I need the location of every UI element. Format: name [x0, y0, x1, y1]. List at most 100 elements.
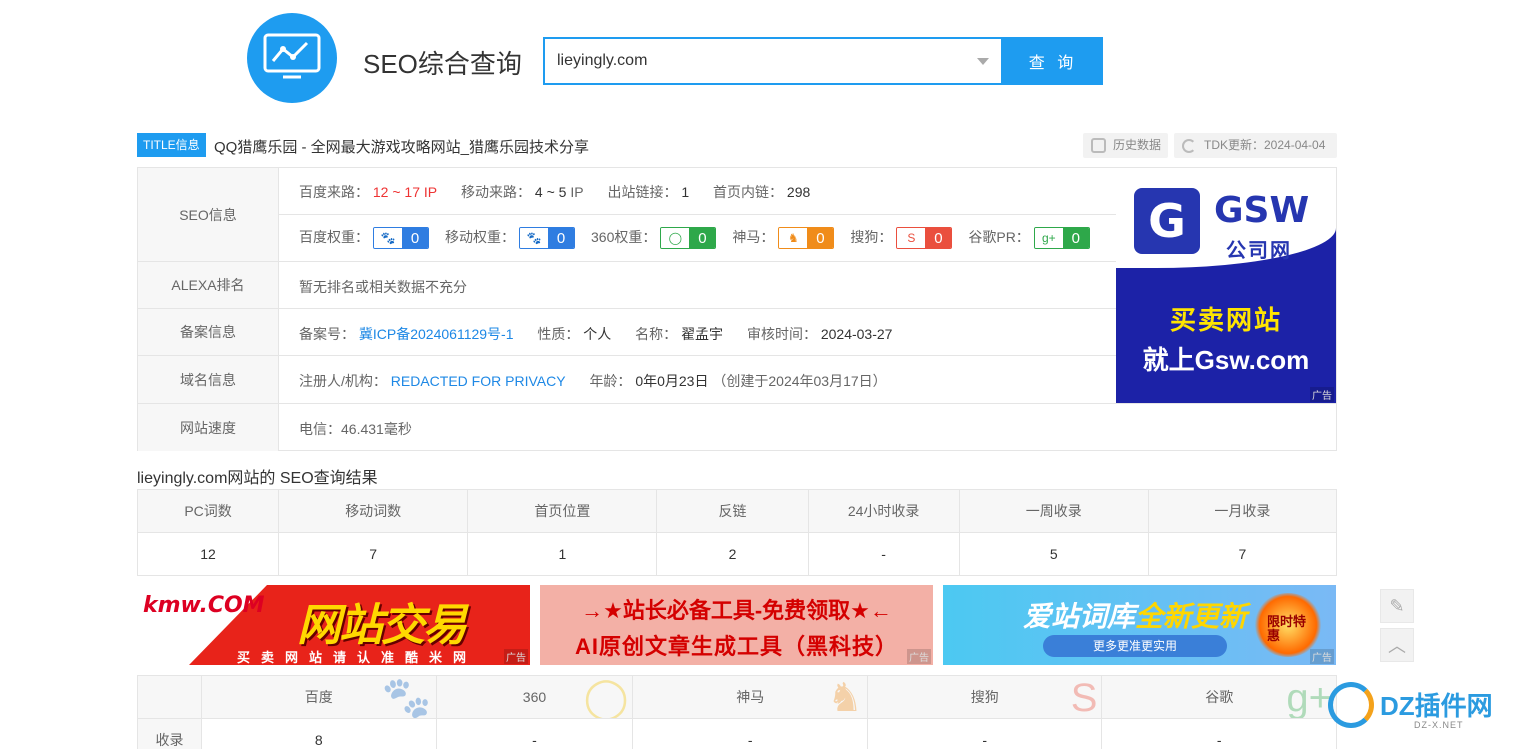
- engine-header-cell: 神马 ♞: [632, 675, 868, 719]
- registrant-link[interactable]: REDACTED FOR PRIVACY: [391, 373, 566, 389]
- results-value-cell[interactable]: 1: [467, 532, 658, 576]
- weight-value: 0: [925, 228, 952, 249]
- aizhan-fire-text: 限时特惠: [1267, 614, 1307, 643]
- kmw-ad-banner[interactable]: kmw.COM 网站交易 买卖网站请认准酷米网 广告: [137, 585, 530, 665]
- results-value-cell[interactable]: 7: [278, 532, 469, 576]
- results-value-cell[interactable]: 2: [656, 532, 809, 576]
- results-value-cell[interactable]: 12: [136, 532, 280, 576]
- 360-icon: ◯: [661, 228, 690, 249]
- watermark-text: DZ插件网: [1380, 691, 1493, 721]
- ad-tag: 广告: [1310, 387, 1334, 402]
- aizhan-pill: 更多更准更实用: [1043, 635, 1227, 657]
- baidu-traffic-link[interactable]: 12 ~ 17: [373, 184, 420, 200]
- ip-unit: IP: [570, 184, 584, 200]
- kmw-headline: 网站交易: [297, 601, 467, 650]
- ad-tag: 广告: [1310, 649, 1334, 664]
- results-header-cell: 一月收录: [1147, 489, 1338, 533]
- weight-badge[interactable]: g+ 0: [1033, 227, 1090, 250]
- search-button[interactable]: 查 询: [1003, 37, 1103, 85]
- ad-brand: GSW: [1214, 190, 1310, 231]
- tool-ad-banner[interactable]: →★站长必备工具-免费领取★← AI原创文章生成工具（黑科技） 广告: [540, 585, 933, 665]
- 360-icon: ◯: [583, 676, 629, 719]
- traffic-cell: 百度来路： 12 ~ 17 IP 移动来路： 4 ~ 5 IP 出站链接： 1 …: [299, 182, 830, 202]
- beian-type-key: 性质：: [537, 326, 580, 342]
- weight-value: 0: [807, 228, 834, 249]
- row-label: 备案信息: [138, 309, 279, 355]
- logo-icon[interactable]: [247, 13, 337, 103]
- ad-tag: 广告: [907, 649, 931, 664]
- beian-type-value: 个人: [583, 326, 612, 342]
- engine-value-cell[interactable]: -: [632, 718, 868, 749]
- search-input[interactable]: [545, 39, 965, 83]
- engine-header-row: 百度 🐾 360 ◯ 神马 ♞ 搜狗 S 谷歌 g+: [137, 675, 1337, 719]
- results-value-cell[interactable]: 5: [958, 532, 1149, 576]
- engine-name: 搜狗: [970, 689, 999, 705]
- shenma-icon: ♞: [827, 676, 863, 719]
- results-value-cell[interactable]: 7: [1147, 532, 1338, 576]
- age-value: 0年0月23日: [635, 373, 709, 389]
- engine-value-cell[interactable]: -: [1101, 718, 1337, 749]
- speed-row: 网站速度 电信：46.431毫秒: [138, 404, 1336, 451]
- ip-unit: IP: [423, 184, 438, 200]
- weights-line: 百度权重： 🐾 0 移动权重： 🐾 0 360权重： ◯ 0 神马： ♞ 0 搜狗： S 0 谷歌PR： g+ 0: [279, 215, 1116, 262]
- results-header-cell: 反链: [656, 489, 809, 533]
- results-header-row: PC词数 移动词数 首页位置 反链 24小时收录 一周收录 一月收录: [136, 489, 1338, 533]
- baidu-traffic-key: 百度来路：: [299, 184, 369, 200]
- engine-header-cell: 搜狗 S: [866, 675, 1103, 719]
- alexa-value: 暂无排名或相关数据不充分: [299, 279, 467, 295]
- aizhan-highlight: 全新更新: [1135, 601, 1248, 632]
- ad-line1: 买卖网站: [1169, 305, 1282, 335]
- row-label: 网站速度: [138, 404, 279, 451]
- shenma-icon: ♞: [779, 228, 808, 249]
- watermark-sub: DZ-X.NET: [1414, 720, 1464, 730]
- edit-pencil-icon[interactable]: ✎: [1380, 589, 1414, 623]
- paw-icon: 🐾: [381, 676, 432, 719]
- dz-logo-icon: [1328, 682, 1374, 728]
- results-header-cell: 24小时收录: [807, 489, 960, 533]
- weight-badge[interactable]: ♞ 0: [778, 227, 835, 250]
- row-label: SEO信息: [138, 168, 279, 261]
- google-plus-icon: g+: [1034, 228, 1063, 249]
- mobile-traffic-key: 移动来路：: [461, 184, 532, 200]
- sogou-icon: S: [1070, 676, 1098, 719]
- age-key: 年龄：: [589, 373, 632, 389]
- engine-value-cell[interactable]: 8: [201, 718, 437, 749]
- title-tag: TITLE信息: [137, 133, 206, 157]
- weight-badge[interactable]: 🐾 0: [373, 227, 429, 250]
- tool-line2: AI原创文章生成工具（黑科技）: [574, 634, 898, 659]
- engine-value-cell[interactable]: -: [435, 718, 634, 749]
- results-value-cell[interactable]: -: [807, 532, 960, 576]
- tool-line1: →★站长必备工具-免费领取★←: [581, 598, 892, 623]
- speed-value: 电信：46.431毫秒: [299, 421, 412, 437]
- beian-date-key: 审核时间：: [746, 326, 817, 342]
- back-to-top-icon[interactable]: ︿: [1380, 628, 1414, 662]
- aizhan-ad-banner[interactable]: 爱站词库全新更新 更多更准更实用 限时特惠 广告: [943, 585, 1336, 665]
- row-label: ALEXA排名: [138, 262, 279, 308]
- tdk-update-button[interactable]: TDK更新：2024-04-04: [1174, 133, 1337, 158]
- paw-icon: 🐾: [520, 228, 548, 249]
- outlinks-link[interactable]: 1: [681, 184, 689, 200]
- age-note: （创建于2024年03月17日）: [712, 373, 887, 389]
- weight-badge[interactable]: S0: [896, 227, 953, 250]
- results-header-cell: 首页位置: [467, 489, 658, 533]
- homelinks-link[interactable]: 298: [787, 184, 810, 200]
- beian-no-link[interactable]: 冀ICP备2024061129号-1: [359, 326, 514, 342]
- engine-header-cell: 360 ◯: [435, 675, 634, 719]
- history-button[interactable]: 历史数据: [1083, 133, 1168, 158]
- page: SEO综合查询 查 询 TITLE信息 QQ猎鹰乐园 - 全网最大游戏攻略网站_…: [0, 0, 1529, 749]
- gsw-ad-banner[interactable]: G GSW 公司网 买卖网站 就上Gsw.com 广告: [1116, 168, 1336, 403]
- weight-key: 百度权重：: [299, 229, 369, 245]
- site-title: QQ猎鹰乐园 - 全网最大游戏攻略网站_猎鹰乐园技术分享: [214, 139, 590, 156]
- engine-name: 360: [522, 689, 547, 705]
- tdk-label: TDK更新：2024-04-04: [1204, 138, 1326, 152]
- history-icon: [1091, 138, 1106, 153]
- aizhan-line: 爱站词库: [1023, 601, 1136, 632]
- mobile-traffic-value: 4 ~ 5: [534, 184, 567, 200]
- weight-badge[interactable]: ◯ 0: [660, 227, 717, 250]
- search-box[interactable]: [543, 37, 1003, 85]
- refresh-icon: [1182, 139, 1196, 153]
- chevron-down-icon[interactable]: [977, 58, 989, 65]
- fire-icon: 限时特惠: [1253, 593, 1323, 657]
- weight-badge[interactable]: 🐾 0: [519, 227, 575, 250]
- engine-value-cell[interactable]: -: [866, 718, 1103, 749]
